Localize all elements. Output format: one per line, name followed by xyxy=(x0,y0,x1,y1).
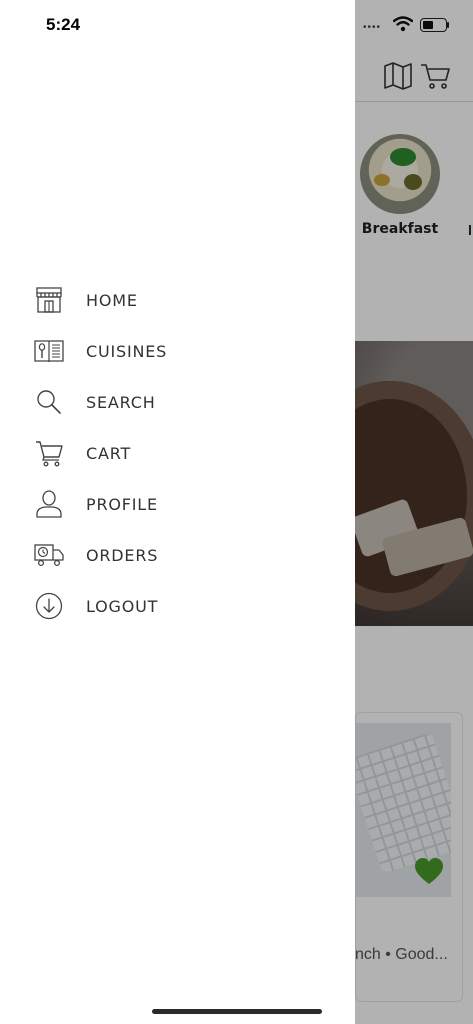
menu-label: SEARCH xyxy=(86,392,156,412)
menu-item-cuisines[interactable]: CUISINES xyxy=(0,331,355,371)
store-icon xyxy=(34,285,64,315)
menu-item-search[interactable]: SEARCH xyxy=(0,382,355,422)
menu-label: ORDERS xyxy=(86,545,159,565)
user-icon xyxy=(34,489,64,519)
cart-icon xyxy=(34,438,64,468)
menu-label: HOME xyxy=(86,290,138,310)
menu-item-cart[interactable]: CART xyxy=(0,433,355,473)
menu-label: CUISINES xyxy=(86,341,168,361)
menu-book-icon xyxy=(34,336,64,366)
home-indicator[interactable] xyxy=(152,1009,322,1014)
menu-item-home[interactable]: HOME xyxy=(0,280,355,320)
menu-label: LOGOUT xyxy=(86,596,159,616)
menu-item-profile[interactable]: PROFILE xyxy=(0,484,355,524)
menu-label: CART xyxy=(86,443,132,463)
status-time: 5:24 xyxy=(46,15,81,34)
navigation-drawer: 5:24 HOME CUISINES SEARCH CART PROFILE O… xyxy=(0,0,355,1024)
delivery-truck-icon xyxy=(34,540,64,570)
logout-icon xyxy=(34,591,64,621)
search-icon xyxy=(34,387,64,417)
menu-label: PROFILE xyxy=(86,494,158,514)
menu-item-orders[interactable]: ORDERS xyxy=(0,535,355,575)
menu-item-logout[interactable]: LOGOUT xyxy=(0,586,355,626)
